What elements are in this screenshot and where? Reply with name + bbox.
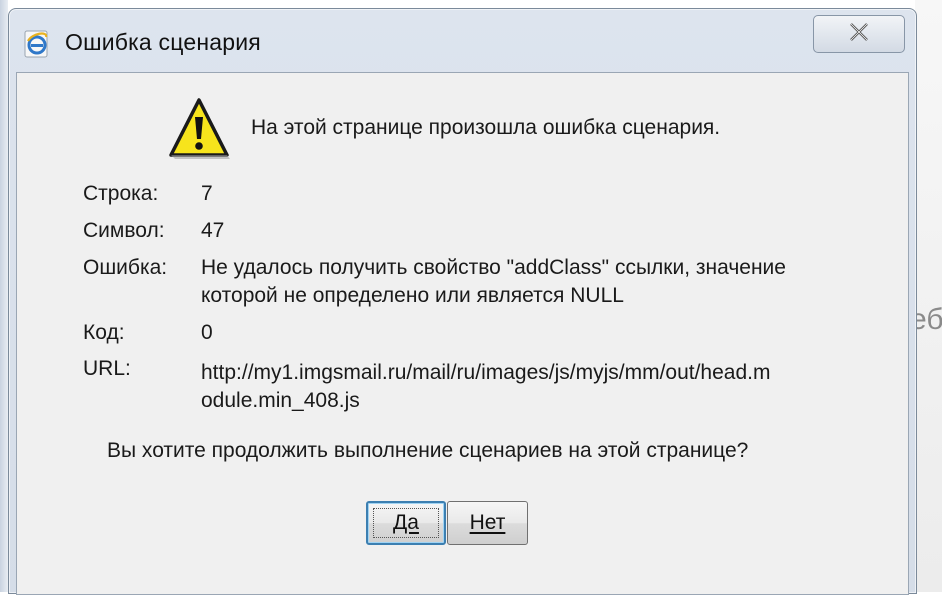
url-value-line1: http://my1.imgsmail.ru/mail/ru/images/js… [201, 361, 771, 384]
background-window-edge [0, 0, 8, 592]
char-value: 47 [201, 219, 225, 242]
no-button[interactable]: Нет [447, 501, 528, 545]
code-label: Код: [83, 321, 125, 344]
line-value: 7 [201, 182, 213, 205]
char-label: Символ: [83, 219, 165, 242]
error-headline: На этой странице произошла ошибка сценар… [251, 116, 721, 139]
yes-button[interactable]: Да [366, 501, 446, 545]
error-value-line2: которой не определено или является NULL [201, 284, 624, 307]
background-window [915, 0, 942, 592]
focus-rectangle [373, 508, 439, 538]
code-value: 0 [201, 321, 213, 344]
script-error-dialog: Ошибка сценария На этой странице произош… [8, 8, 917, 595]
url-label: URL: [83, 357, 131, 380]
close-button[interactable] [813, 15, 905, 53]
dialog-title: Ошибка сценария [65, 29, 261, 55]
close-x-icon [848, 21, 870, 48]
url-value-line2: odule.min_408.js [201, 389, 360, 412]
warning-triangle-icon [168, 97, 230, 161]
ie-logo-icon [22, 29, 52, 59]
error-label: Ошибка: [83, 256, 168, 279]
no-button-label: Нет [469, 511, 506, 534]
line-label: Строка: [83, 182, 159, 205]
dialog-content: На этой странице произошла ошибка сценар… [16, 72, 909, 595]
continue-question: Вы хотите продолжить выполнение сценарие… [107, 439, 749, 462]
error-value-line1: Не удалось получить свойство "addClass" … [201, 256, 786, 279]
title-bar[interactable]: Ошибка сценария [9, 9, 916, 73]
